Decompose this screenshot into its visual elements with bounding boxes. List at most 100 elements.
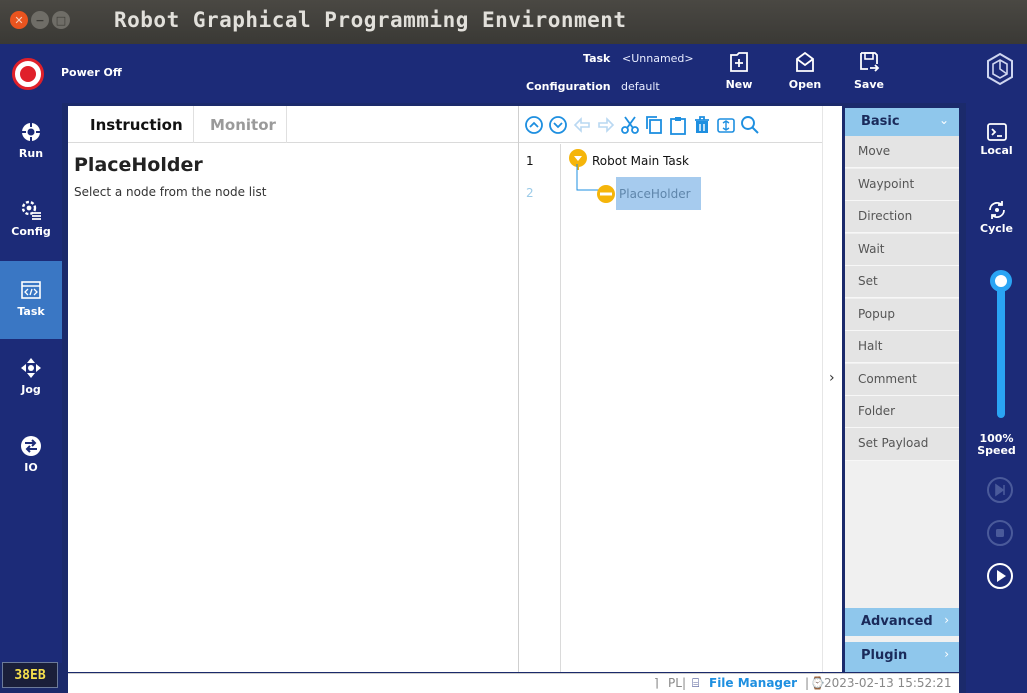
palette-plugin-label: Plugin — [861, 648, 908, 663]
nav-item-config[interactable]: Config — [0, 181, 62, 259]
save-button[interactable]: Save — [848, 50, 890, 100]
configuration-label: Configuration — [526, 80, 611, 93]
save-icon — [860, 52, 880, 72]
step-button[interactable] — [986, 476, 1014, 504]
speed-label: Speed — [977, 444, 1016, 457]
palette-basic-label: Basic — [861, 114, 900, 129]
cut-icon[interactable] — [620, 115, 640, 135]
nav-item-label: Run — [18, 147, 44, 160]
line-number: 2 — [526, 186, 534, 200]
tree-toolbar — [520, 106, 822, 143]
palette-advanced-label: Advanced — [861, 614, 933, 629]
instruction-title: PlaceHolder — [74, 154, 203, 176]
maximize-icon[interactable]: □ — [52, 11, 70, 29]
palette-item-wait[interactable]: Wait — [845, 234, 959, 266]
copy-icon[interactable] — [644, 115, 664, 135]
nav-item-jog[interactable]: Jog — [0, 339, 62, 417]
io-exchange-icon — [21, 436, 41, 456]
tree-node-placeholder[interactable]: PlaceHolder — [619, 187, 691, 201]
move-arrows-icon — [21, 358, 41, 378]
move-down-icon[interactable] — [548, 115, 568, 135]
clock-icon: ⌚ — [810, 676, 825, 690]
palette-item-set[interactable]: Set — [845, 266, 959, 298]
palette-item-set-payload[interactable]: Set Payload — [845, 428, 959, 461]
play-icon — [987, 563, 1013, 589]
close-icon[interactable]: ✕ — [10, 11, 28, 29]
pl-indicator-icon: ⌉ — [654, 676, 659, 690]
open-envelope-icon — [796, 51, 814, 72]
palette-item-waypoint[interactable]: Waypoint — [845, 169, 959, 201]
nav-item-io[interactable]: IO — [0, 417, 62, 495]
nav-item-task[interactable]: Task — [0, 261, 62, 339]
version-badge: 38EB — [2, 662, 58, 688]
line-numbers: 1 2 — [520, 144, 561, 672]
file-manager-link[interactable]: File Manager — [709, 676, 797, 690]
search-icon[interactable] — [740, 115, 760, 135]
tab-monitor[interactable]: Monitor — [200, 106, 287, 143]
palette-item-halt[interactable]: Halt — [845, 331, 959, 363]
stop-button[interactable] — [986, 519, 1014, 547]
local-label: Local — [980, 144, 1013, 157]
main-panel: Instruction Monitor PlaceHolder Select a… — [68, 106, 842, 672]
panel-divider — [518, 106, 519, 672]
local-mode-button[interactable]: Local — [966, 120, 1027, 157]
chevron-down-icon: ⌄ — [938, 113, 949, 127]
pl-indicator: PL — [668, 676, 682, 690]
palette-advanced-header[interactable]: Advanced › — [845, 608, 959, 636]
nav-item-label: Task — [17, 305, 45, 318]
play-button[interactable] — [986, 562, 1014, 590]
speed-slider-handle[interactable] — [990, 270, 1012, 292]
code-window-icon — [21, 281, 41, 299]
open-button[interactable]: Open — [784, 50, 826, 100]
minimize-icon[interactable]: − — [31, 11, 49, 29]
placeholder-node-icon — [597, 185, 615, 203]
program-tree: 1 2 Robot Main Task PlaceHolder — [520, 144, 822, 672]
cycle-mode-button[interactable]: Cycle — [966, 198, 1027, 235]
speed-slider-track[interactable] — [997, 274, 1005, 418]
move-up-icon[interactable] — [524, 115, 544, 135]
datetime: 2023-02-13 15:52:21 — [824, 676, 952, 690]
step-forward-icon — [987, 477, 1013, 503]
new-file-icon — [730, 52, 748, 72]
configuration-name: default — [621, 80, 660, 93]
stop-icon — [987, 520, 1013, 546]
palette-item-comment[interactable]: Comment — [845, 364, 959, 396]
palette-basic-header[interactable]: Basic ⌄ — [845, 108, 959, 136]
chevron-right-icon: › — [944, 647, 949, 661]
save-label: Save — [854, 78, 884, 91]
tree-node-root[interactable]: Robot Main Task — [592, 154, 689, 168]
separator: | — [682, 676, 687, 690]
tab-instruction[interactable]: Instruction — [80, 106, 194, 143]
task-label: Task — [583, 52, 611, 65]
nav-item-label: Jog — [21, 383, 41, 396]
paste-icon[interactable] — [668, 115, 688, 135]
palette-toggle[interactable]: › — [822, 106, 842, 672]
power-icon[interactable] — [12, 58, 44, 90]
left-navigation: Run Config Task Jog IO — [0, 103, 62, 663]
robot-logo-icon — [987, 52, 1013, 86]
suppress-icon[interactable] — [716, 115, 736, 135]
chevron-right-icon: › — [829, 370, 835, 386]
undo-icon[interactable] — [572, 115, 592, 135]
instruction-hint: Select a node from the node list — [74, 185, 267, 199]
terminal-icon — [986, 123, 1007, 141]
nav-item-run[interactable]: Run — [0, 103, 62, 181]
palette-item-direction[interactable]: Direction — [845, 201, 959, 233]
file-manager-icon[interactable]: ⌸ — [692, 676, 699, 691]
palette-item-move[interactable]: Move — [845, 136, 959, 168]
gear-list-icon — [21, 200, 41, 220]
target-icon — [22, 123, 40, 141]
node-palette: Basic ⌄ Move Waypoint Direction Wait Set… — [845, 108, 959, 672]
palette-plugin-header[interactable]: Plugin › — [845, 642, 959, 672]
nav-item-label: Config — [11, 225, 51, 238]
tab-bar: Instruction Monitor — [68, 106, 520, 143]
palette-item-folder[interactable]: Folder — [845, 396, 959, 428]
redo-icon[interactable] — [596, 115, 616, 135]
window-title: Robot Graphical Programming Environment — [114, 8, 627, 32]
delete-icon[interactable] — [692, 115, 712, 135]
new-button[interactable]: New — [718, 50, 760, 100]
power-status: Power Off — [61, 66, 122, 79]
cycle-icon — [988, 201, 1005, 219]
separator: | — [805, 676, 810, 690]
palette-item-popup[interactable]: Popup — [845, 299, 959, 331]
